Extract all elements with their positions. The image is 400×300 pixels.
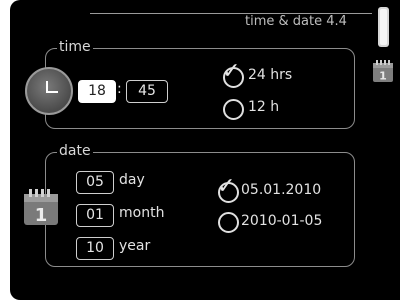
hours-field[interactable]: 18 <box>78 80 116 103</box>
calendar-icon: 1 <box>373 60 393 83</box>
radio-date-format-dotted[interactable] <box>218 182 239 203</box>
scrollbar[interactable] <box>378 7 389 47</box>
scrollbar-thumb[interactable] <box>380 9 387 45</box>
month-label: month <box>119 205 165 221</box>
minutes-field[interactable]: 45 <box>126 80 168 103</box>
radio-24hrs[interactable] <box>223 67 244 88</box>
calendar-icon: 1 <box>24 189 58 226</box>
year-field[interactable]: 10 <box>76 237 114 260</box>
time-group-label: time <box>57 39 93 55</box>
format-12h-label[interactable]: 12 h <box>248 99 279 115</box>
radio-12h[interactable] <box>223 99 244 120</box>
month-field[interactable]: 01 <box>76 204 114 227</box>
clock-icon <box>25 67 73 115</box>
day-field[interactable]: 05 <box>76 171 114 194</box>
year-label: year <box>119 238 151 254</box>
date-format-iso-label[interactable]: 2010-01-05 <box>241 213 322 229</box>
format-24hrs-label[interactable]: 24 hrs <box>248 67 292 83</box>
day-label: day <box>119 172 145 188</box>
date-format-dotted-label[interactable]: 05.01.2010 <box>241 182 321 198</box>
svg-text:1: 1 <box>379 70 387 83</box>
left-edge-strip <box>0 55 10 285</box>
svg-text:1: 1 <box>35 205 48 226</box>
radio-date-format-iso[interactable] <box>218 212 239 233</box>
date-group-label: date <box>57 143 93 159</box>
page-title: time & date 4.4 <box>245 14 347 29</box>
time-separator: : <box>117 81 122 97</box>
